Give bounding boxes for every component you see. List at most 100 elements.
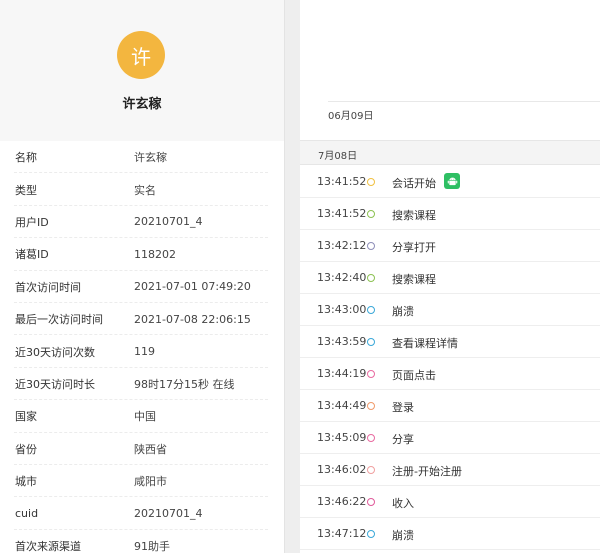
field-value: 2021-07-01 07:49:20	[134, 280, 251, 294]
field-key: 名称	[15, 151, 37, 165]
event-dot-icon	[367, 370, 375, 378]
event-label: 搜索课程	[392, 209, 436, 222]
event-list: 13:41:52 会话开始 13:41:52 搜索课程 13:42:12 分享打开 13:4…	[300, 166, 600, 550]
event-dot-icon	[367, 306, 375, 314]
field-value: 119	[134, 345, 155, 359]
field-key: cuid	[15, 506, 39, 520]
event-dot-icon	[367, 434, 375, 442]
timeline-event[interactable]: 13:41:52 搜索课程	[300, 198, 600, 230]
event-dot-icon	[367, 274, 375, 282]
timeline-event[interactable]: 13:42:12 分享打开	[300, 230, 600, 262]
field-key: 首次访问时间	[15, 280, 81, 294]
event-dot-icon	[367, 466, 375, 474]
field-key: 用户ID	[15, 215, 49, 229]
field-value: 实名	[134, 183, 156, 197]
profile-name: 许玄稼	[122, 97, 162, 112]
field-key: 最后一次访问时间	[15, 313, 103, 327]
event-time: 13:42:40	[317, 271, 367, 284]
event-label: 会话开始	[392, 177, 436, 190]
field-row: 诸葛ID 118202	[0, 238, 284, 271]
field-row: 省份 陕西省	[0, 433, 284, 466]
field-row: 类型 实名	[0, 173, 284, 207]
timeline-event[interactable]: 13:43:00 崩溃	[300, 294, 600, 326]
event-dot-icon	[367, 242, 375, 250]
event-label: 崩溃	[392, 305, 414, 318]
field-key: 近30天访问次数	[15, 345, 95, 359]
profile-fields: 名称 许玄稼类型 实名用户ID 20210701_4 诸葛ID 118202 首次访问时间 2…	[0, 141, 284, 553]
timeline-event[interactable]: 13:46:02 注册-开始注册	[300, 454, 600, 486]
event-dot-icon	[367, 210, 375, 218]
field-row: 用户ID 20210701_4	[0, 206, 284, 239]
field-value: 20210701_4	[134, 506, 203, 520]
timeline-event[interactable]: 13:44:49 登录	[300, 390, 600, 422]
field-row: 首次访问时间 2021-07-01 07:49:20	[0, 271, 284, 304]
field-row: 近30天访问时长 98时17分15秒 在线	[0, 368, 284, 401]
profile-header: 许 许玄稼	[0, 0, 284, 141]
event-time: 13:42:12	[317, 239, 367, 252]
event-label: 收入	[392, 497, 414, 510]
field-value: 98时17分15秒 在线	[134, 377, 235, 391]
avatar: 许	[117, 31, 165, 79]
timeline-panel: 06月09日 7月08日 13:41:52 会话开始 13:41:52 搜索课程 13:…	[300, 0, 600, 553]
field-row: 城市 咸阳市	[0, 465, 284, 498]
panel-divider[interactable]	[284, 0, 300, 553]
event-dot-icon	[367, 498, 375, 506]
field-value: 中国	[134, 410, 156, 424]
event-time: 13:45:09	[317, 431, 367, 444]
field-key: 首次来源渠道	[15, 539, 81, 553]
android-icon	[444, 173, 460, 189]
axis-date-label: 06月09日	[328, 111, 374, 122]
event-time: 13:44:19	[317, 367, 367, 380]
event-time: 13:41:52	[317, 175, 367, 188]
field-value: 陕西省	[134, 442, 167, 456]
event-dot-icon	[367, 338, 375, 346]
event-time: 13:44:49	[317, 399, 367, 412]
event-label: 注册-开始注册	[392, 465, 462, 478]
timeline-event[interactable]: 13:42:40 搜索课程	[300, 262, 600, 294]
field-value: 20210701_4	[134, 215, 203, 229]
event-time: 13:41:52	[317, 207, 367, 220]
event-label: 查看课程详情	[392, 337, 458, 350]
field-key: 省份	[15, 442, 37, 456]
event-time: 13:47:12	[317, 527, 367, 540]
day-header: 7月08日	[300, 140, 600, 165]
field-row: 首次来源渠道 91助手	[0, 530, 284, 553]
event-dot-icon	[367, 178, 375, 186]
field-row: cuid 20210701_4	[0, 497, 284, 531]
field-row: 名称 许玄稼	[0, 141, 284, 174]
field-row: 国家 中国	[0, 400, 284, 433]
field-row: 近30天访问次数 119	[0, 335, 284, 369]
event-label: 搜索课程	[392, 273, 436, 286]
field-key: 城市	[15, 475, 37, 489]
field-value: 2021-07-08 22:06:15	[134, 312, 251, 326]
field-key: 近30天访问时长	[15, 377, 95, 391]
user-profile-panel: 许 许玄稼 名称 许玄稼类型 实名用户ID 20210701_4 诸葛ID 118202 首…	[0, 0, 284, 553]
event-label: 分享	[392, 433, 414, 446]
field-value: 咸阳市	[134, 475, 167, 489]
timeline-event[interactable]: 13:41:52 会话开始	[300, 166, 600, 198]
event-time: 13:43:59	[317, 335, 367, 348]
event-dot-icon	[367, 402, 375, 410]
event-label: 登录	[392, 401, 414, 414]
event-time: 13:46:22	[317, 495, 367, 508]
timeline-event[interactable]: 13:43:59 查看课程详情	[300, 326, 600, 358]
event-label: 分享打开	[392, 241, 436, 254]
field-value: 许玄稼	[134, 151, 167, 165]
event-dot-icon	[367, 530, 375, 538]
field-value: 118202	[134, 247, 176, 261]
field-row: 最后一次访问时间 2021-07-08 22:06:15	[0, 303, 284, 336]
timeline-event[interactable]: 13:44:19 页面点击	[300, 358, 600, 390]
field-key: 诸葛ID	[15, 248, 49, 262]
timeline-event[interactable]: 13:47:12 崩溃	[300, 518, 600, 550]
event-label: 页面点击	[392, 369, 436, 382]
timeline-event[interactable]: 13:45:09 分享	[300, 422, 600, 454]
event-label: 崩溃	[392, 529, 414, 542]
event-time: 13:43:00	[317, 303, 367, 316]
field-value: 91助手	[134, 539, 170, 553]
day-header-label: 7月08日	[318, 151, 358, 162]
field-key: 类型	[15, 183, 37, 197]
timeline-event[interactable]: 13:46:22 收入	[300, 486, 600, 518]
event-time: 13:46:02	[317, 463, 367, 476]
field-key: 国家	[15, 410, 37, 424]
timeline-axis	[328, 101, 600, 102]
